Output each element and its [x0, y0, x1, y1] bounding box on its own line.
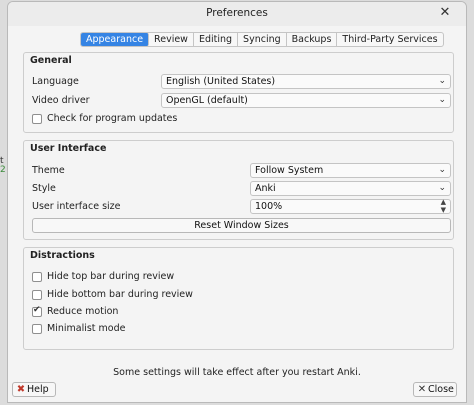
- hide-top-bar-checkbox[interactable]: Hide top bar during review: [32, 271, 174, 282]
- ui-size-spinbox[interactable]: 100% ▲ ▼: [250, 198, 451, 214]
- tab-appearance[interactable]: Appearance: [81, 33, 150, 46]
- close-button-label: Close: [428, 384, 454, 395]
- preferences-dialog: Preferences ✕ Appearance Review Editing …: [7, 1, 467, 403]
- checkbox-box[interactable]: [32, 289, 42, 300]
- tab-third-party-services[interactable]: Third-Party Services: [337, 33, 442, 46]
- style-value: Anki: [255, 183, 276, 194]
- checkbox-box[interactable]: [32, 271, 42, 282]
- chevron-down-icon: ⌄: [438, 76, 446, 86]
- distractions-group-title: Distractions: [30, 250, 95, 261]
- check-updates-label: Check for program updates: [47, 113, 178, 124]
- window-title: Preferences: [206, 7, 268, 19]
- check-updates-checkbox[interactable]: Check for program updates: [32, 113, 177, 124]
- reset-window-sizes-button[interactable]: Reset Window Sizes: [32, 218, 451, 233]
- tab-backups[interactable]: Backups: [287, 33, 338, 46]
- user-interface-group-title: User Interface: [30, 143, 107, 154]
- close-button[interactable]: ✕ Close: [413, 382, 457, 397]
- language-select[interactable]: English (United States) ⌄: [161, 74, 451, 89]
- tab-syncing[interactable]: Syncing: [238, 33, 287, 46]
- hide-bottom-bar-label: Hide bottom bar during review: [47, 289, 193, 300]
- style-select[interactable]: Anki ⌄: [250, 181, 451, 196]
- chevron-down-icon: ⌄: [438, 183, 446, 193]
- chevron-down-icon: ⌄: [438, 165, 446, 175]
- reduce-motion-label: Reduce motion: [47, 306, 119, 317]
- style-label: Style: [32, 183, 56, 194]
- title-bar: Preferences ✕: [8, 2, 466, 26]
- general-group: General Language English (United States)…: [23, 52, 454, 133]
- chevron-down-icon: ⌄: [438, 95, 446, 105]
- reduce-motion-checkbox[interactable]: Reduce motion: [32, 305, 119, 317]
- checkbox-box-checked[interactable]: [32, 305, 42, 317]
- tab-editing[interactable]: Editing: [194, 33, 239, 46]
- minimalist-mode-checkbox[interactable]: Minimalist mode: [32, 323, 126, 334]
- restart-note: Some settings will take effect after you…: [113, 367, 361, 378]
- general-group-title: General: [30, 55, 72, 66]
- help-button-label: Help: [27, 384, 49, 395]
- hide-bottom-bar-checkbox[interactable]: Hide bottom bar during review: [32, 289, 193, 300]
- video-driver-select[interactable]: OpenGL (default) ⌄: [161, 93, 451, 108]
- distractions-group: Distractions Hide top bar during review …: [23, 247, 454, 350]
- background-text: 2: [0, 165, 6, 175]
- tab-review[interactable]: Review: [149, 33, 194, 46]
- checkbox-box[interactable]: [32, 113, 42, 124]
- spin-arrows-icon[interactable]: ▲ ▼: [441, 198, 446, 214]
- video-driver-label: Video driver: [32, 95, 90, 106]
- tab-bar: Appearance Review Editing Syncing Backup…: [80, 32, 444, 47]
- theme-value: Follow System: [255, 165, 324, 176]
- help-icon: ✖: [16, 384, 26, 395]
- checkbox-box[interactable]: [32, 323, 42, 334]
- close-icon[interactable]: ✕: [437, 5, 453, 21]
- video-driver-value: OpenGL (default): [166, 95, 248, 106]
- user-interface-group: User Interface Theme Follow System ⌄ Sty…: [23, 140, 454, 240]
- help-button[interactable]: ✖ Help: [12, 382, 56, 397]
- language-label: Language: [32, 76, 79, 87]
- ui-size-value: 100%: [255, 201, 283, 212]
- ui-size-label: User interface size: [32, 201, 121, 212]
- hide-top-bar-label: Hide top bar during review: [47, 271, 175, 282]
- close-icon: ✕: [417, 384, 427, 395]
- language-value: English (United States): [166, 76, 276, 87]
- minimalist-mode-label: Minimalist mode: [47, 323, 126, 334]
- theme-select[interactable]: Follow System ⌄: [250, 163, 451, 178]
- theme-label: Theme: [32, 165, 65, 176]
